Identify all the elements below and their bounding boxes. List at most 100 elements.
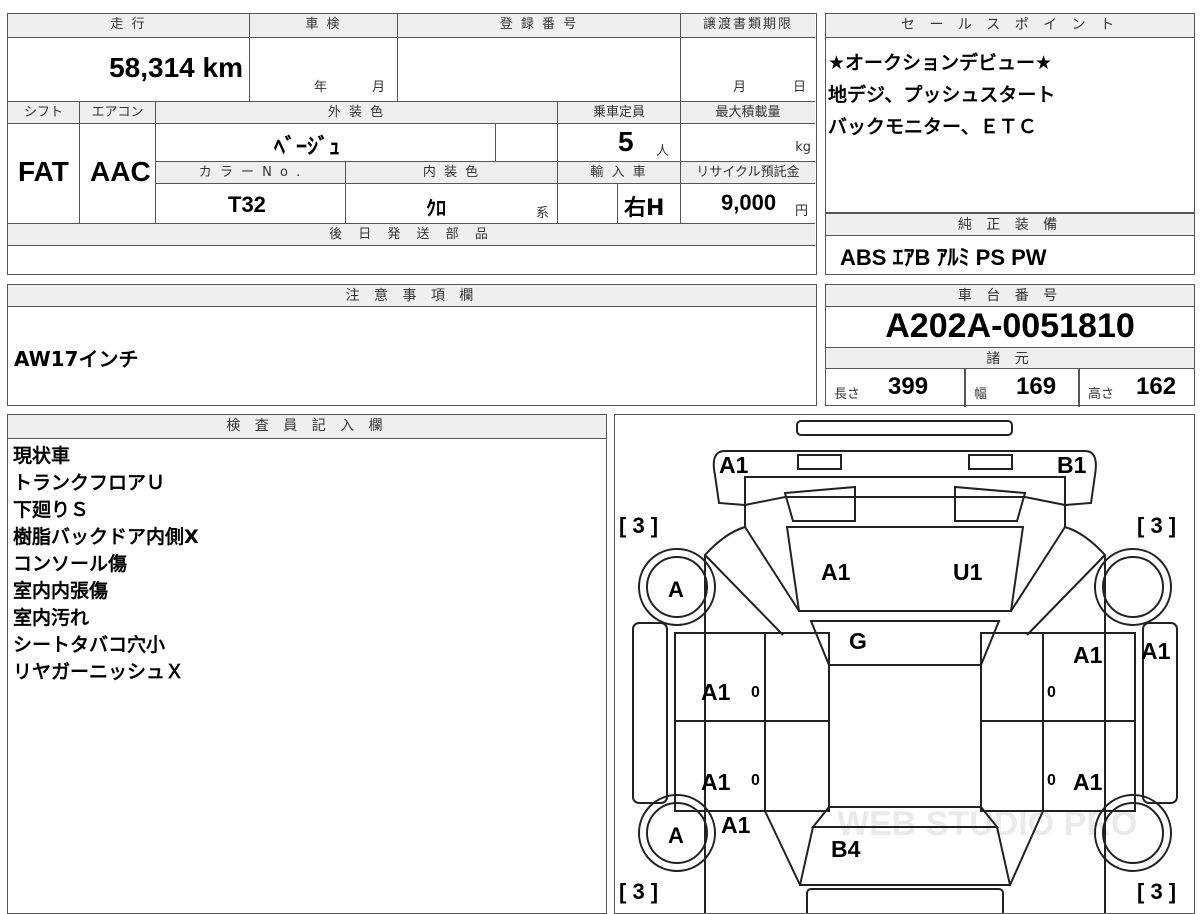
hood-lines xyxy=(704,526,1106,636)
mileage-header: 走 行 xyxy=(8,14,250,38)
inspector-line: 現状車 xyxy=(13,445,71,467)
height-label: 高さ xyxy=(1088,387,1115,402)
door-left-rear xyxy=(674,720,830,812)
color-no-header: カ ラ ー N o . xyxy=(156,162,346,184)
exterior-color-sub-cell xyxy=(496,124,558,162)
sales-point-box: セ ー ル ス ポ イ ン ト ★オークションデビュー★ 地デジ、プッシュスター… xyxy=(825,13,1195,213)
width-value: 169 xyxy=(1016,373,1057,400)
shift-header: シフト xyxy=(8,102,80,124)
color-no-cell: T32 xyxy=(156,184,346,224)
front-bumper-left-grade: A1 xyxy=(719,452,749,478)
length-label: 長さ xyxy=(834,387,861,402)
door-left-front xyxy=(674,632,830,722)
door-right-front-grade: A1 xyxy=(1073,642,1103,668)
inspection-cell: 年 月 xyxy=(250,38,398,102)
sales-point-line-2: 地デジ、プッシュスタート xyxy=(828,84,1056,106)
color-no-value: T32 xyxy=(228,192,266,217)
import-header: 輸 入 車 xyxy=(558,162,681,184)
exterior-color-header: 外 装 色 xyxy=(156,102,558,124)
inspector-line: リヤガーニッシュＸ xyxy=(13,661,185,683)
front-grille-left xyxy=(783,485,856,522)
car-diagram-box: [ 3 ] [ 3 ] [ 3 ] [ 3 ] A A A1 B1 A1 U1 … xyxy=(614,414,1195,914)
sales-point-line-1: ★オークションデビュー★ xyxy=(828,52,1053,74)
interior-color-cell: ｸﾛ 系 xyxy=(346,184,558,224)
recycle-value: 9,000 xyxy=(721,190,777,215)
interior-color-value: ｸﾛ xyxy=(426,196,446,220)
notes-text: AW17インチ xyxy=(14,347,139,371)
tire-front-right: [ 3 ] xyxy=(1137,513,1176,538)
fender-right-outer-grade: A1 xyxy=(1141,638,1171,664)
front-bumper-top xyxy=(796,420,1013,436)
capacity-value: 5 xyxy=(618,126,634,157)
wheel-front-right-inner xyxy=(1102,556,1164,618)
quarter-left-grade: A1 xyxy=(721,812,751,838)
import-cell xyxy=(558,184,618,224)
windshield xyxy=(809,620,1001,666)
inspector-line: 室内内張傷 xyxy=(13,580,109,602)
door-left-front-num: 0 xyxy=(751,684,760,701)
mileage-cell: 58,314 km xyxy=(8,38,250,102)
equipment-items: ABS ｴｱB ｱﾙﾐ PS PW xyxy=(840,245,1047,270)
steering-cell: 右H xyxy=(618,184,681,224)
front-light-left xyxy=(797,454,842,470)
watermark: WEB STUDIO PRO xyxy=(837,805,1137,843)
wheel-front-right xyxy=(1094,548,1172,626)
transfer-cell: 月 日 xyxy=(681,38,815,102)
door-left-front-grade: A1 xyxy=(701,679,731,705)
sales-point-line-3: バックモニター、ＥＴＣ xyxy=(828,116,1037,138)
transfer-month-label: 月 xyxy=(733,80,747,95)
inspector-line: シートタバコ穴小 xyxy=(13,634,166,656)
steering-value: 右H xyxy=(624,196,665,221)
rear-bumper xyxy=(806,888,1004,913)
chassis-number: A202A-0051810 xyxy=(885,307,1135,345)
transfer-deadline-header: 譲渡書類期限 xyxy=(681,14,815,38)
inspector-header: 検 査 員 記 入 欄 xyxy=(8,415,606,439)
sales-point-header: セ ー ル ス ポ イ ン ト xyxy=(826,14,1194,38)
vehicle-info-table: 走 行 車 検 登 録 番 号 譲渡書類期限 58,314 km 年 月 月 日… xyxy=(7,13,817,275)
height-value: 162 xyxy=(1136,373,1177,400)
wheel-rear-left-grade: A xyxy=(668,823,684,848)
ac-header: エアコン xyxy=(80,102,156,124)
door-right-front-num: 0 xyxy=(1047,684,1056,701)
door-right-front xyxy=(980,632,1136,722)
interior-color-header: 内 装 色 xyxy=(346,162,558,184)
exterior-color-value: ﾍﾞｰｼﾞｭ xyxy=(274,135,341,160)
max-load-unit: kg xyxy=(795,140,811,155)
length-value: 399 xyxy=(888,373,929,400)
door-left-rear-grade: A1 xyxy=(701,769,731,795)
sill-left xyxy=(632,622,668,804)
front-grille-right xyxy=(954,485,1027,522)
registration-header: 登 録 番 号 xyxy=(398,14,681,38)
capacity-header: 乗車定員 xyxy=(558,102,681,124)
inspector-line: 室内汚れ xyxy=(13,607,90,629)
door-left-rear-num: 0 xyxy=(751,772,760,789)
inspector-notes: 現状車 トランクフロアＵ 下廻りＳ 樹脂バックドア内側X コンソール傷 室内内張… xyxy=(13,443,199,686)
chassis-box: 車 台 番 号 A202A-0051810 諸 元 長さ 399 幅 169 高… xyxy=(825,284,1195,407)
mileage-value: 58,314 km xyxy=(109,52,243,83)
wheel-front-left-grade: A xyxy=(668,577,684,602)
front-light-right xyxy=(968,454,1013,470)
recycle-unit: 円 xyxy=(795,204,809,219)
inspector-line: 樹脂バックドア内側X xyxy=(13,526,199,548)
notes-header: 注 意 事 項 欄 xyxy=(8,285,816,307)
capacity-unit: 人 xyxy=(656,144,670,159)
hood-right-grade: U1 xyxy=(953,559,983,585)
recycle-header: リサイクル預託金 xyxy=(681,162,815,184)
tire-rear-left: [ 3 ] xyxy=(619,879,658,904)
ac-cell: AAC xyxy=(80,124,156,224)
shift-value: FAT xyxy=(18,156,69,187)
exterior-color-cell: ﾍﾞｰｼﾞｭ xyxy=(156,124,496,162)
front-bumper-right-grade: B1 xyxy=(1057,452,1087,478)
inspector-box: 検 査 員 記 入 欄 現状車 トランクフロアＵ 下廻りＳ 樹脂バックドア内側X… xyxy=(7,414,607,914)
inspection-month-label: 月 xyxy=(372,80,386,95)
equipment-header: 純 正 装 備 xyxy=(826,214,1194,236)
tire-rear-right: [ 3 ] xyxy=(1137,879,1176,904)
door-right-rear-num: 0 xyxy=(1047,772,1056,789)
inspector-line: コンソール傷 xyxy=(13,553,128,575)
door-right-rear-grade: A1 xyxy=(1073,769,1103,795)
shift-cell: FAT xyxy=(8,124,80,224)
ac-value: AAC xyxy=(90,156,151,187)
chassis-header: 車 台 番 号 xyxy=(826,285,1194,307)
car-diagram: [ 3 ] [ 3 ] [ 3 ] [ 3 ] A A A1 B1 A1 U1 … xyxy=(619,420,1178,913)
inspector-line: トランクフロアＵ xyxy=(13,472,166,494)
